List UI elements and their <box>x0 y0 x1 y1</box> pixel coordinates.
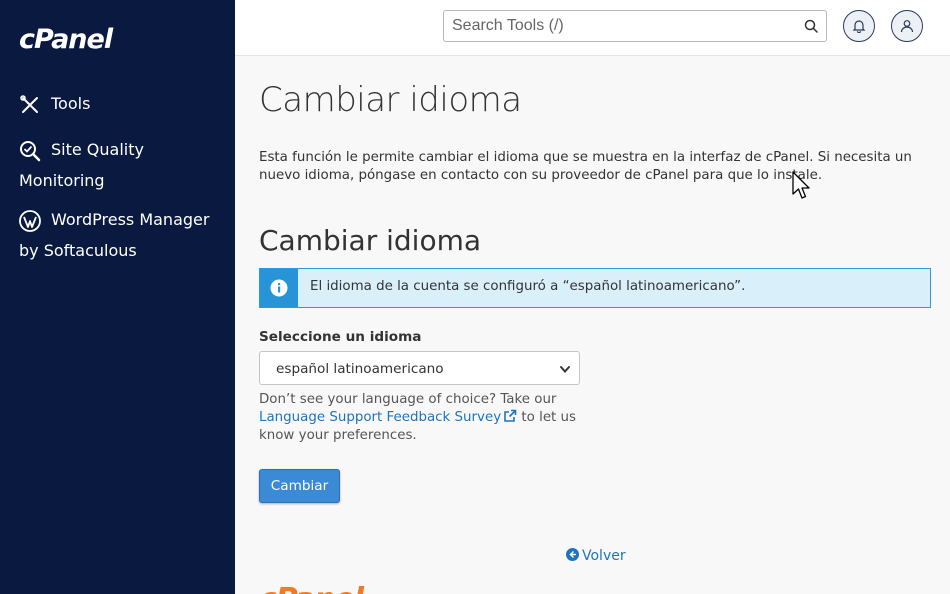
language-select[interactable]: español latinoamericano <box>259 351 580 385</box>
user-icon <box>900 20 914 33</box>
sidebar-item-tools[interactable]: Tools <box>19 88 90 119</box>
external-link-icon <box>504 409 517 422</box>
language-survey-link[interactable]: Language Support Feedback Survey <box>259 409 517 425</box>
sidebar-item-site-quality-monitoring[interactable]: Site Quality Monitoring <box>19 134 224 196</box>
alert-message: El idioma de la cuenta se configuró a “e… <box>310 279 746 294</box>
footer-cpanel-logo: cPanel <box>259 582 364 594</box>
tools-icon <box>20 94 38 113</box>
sidebar-item-wordpress-manager[interactable]: WordPress Manager by Softaculous <box>19 204 224 266</box>
arrow-left-circle-icon <box>566 548 579 561</box>
info-icon-box <box>260 269 298 307</box>
user-menu-button[interactable] <box>891 10 923 42</box>
search-input[interactable] <box>444 11 784 41</box>
back-link-label: Volver <box>582 548 626 564</box>
language-help-text: Don’t see your language of choice? Take … <box>259 391 589 445</box>
wordpress-icon <box>19 209 41 232</box>
mouse-cursor-icon <box>792 171 810 199</box>
change-language-button[interactable]: Cambiar <box>259 469 340 503</box>
section-title: Cambiar idioma <box>259 224 482 257</box>
info-alert: El idioma de la cuenta se configuró a “e… <box>259 268 931 308</box>
top-bar <box>235 0 950 56</box>
page-description: Esta función le permite cambiar el idiom… <box>259 150 912 183</box>
language-survey-link-label: Language Support Feedback Survey <box>259 410 502 425</box>
info-icon <box>270 279 288 297</box>
magnifier-check-icon <box>20 140 41 161</box>
bell-icon <box>852 20 866 33</box>
notifications-button[interactable] <box>843 10 875 42</box>
sidebar-item-label: WordPress Manager by Softaculous <box>19 210 210 260</box>
page-title: Cambiar idioma <box>259 80 522 120</box>
search-icon[interactable] <box>804 19 818 33</box>
sidebar-item-label: Tools <box>51 94 91 113</box>
language-select-label: Seleccione un idioma <box>259 329 422 345</box>
chevron-down-icon <box>560 366 570 374</box>
sidebar: cPanel Tools Site Quality Monitoring Wor… <box>0 0 235 594</box>
help-text-before: Don’t see your language of choice? Take … <box>259 392 557 407</box>
language-select-value: español latinoamericano <box>276 361 444 377</box>
search-box <box>443 10 827 42</box>
cpanel-logo[interactable]: cPanel <box>19 24 113 55</box>
back-link[interactable]: Volver <box>566 548 626 564</box>
